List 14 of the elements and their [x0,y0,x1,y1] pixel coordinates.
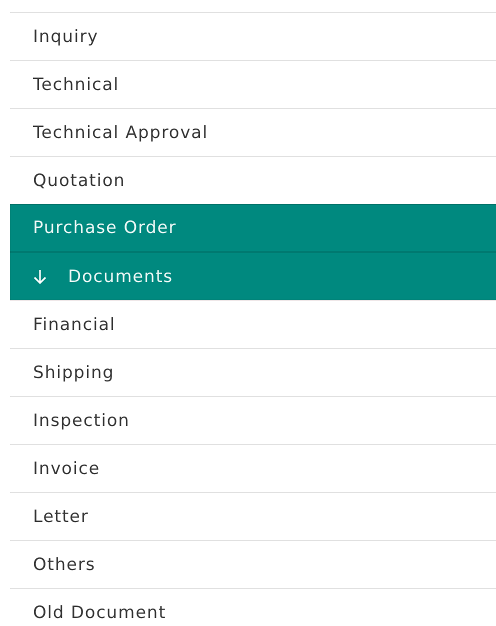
menu-item[interactable]: Purchase Order [10,204,496,252]
menu-item[interactable]: Technical Approval [10,108,496,156]
menu-item[interactable]: Others [10,540,496,588]
menu-item[interactable]: Invoice [10,444,496,492]
menu-item[interactable]: Inquiry [10,12,496,60]
menu-item[interactable]: Financial [10,300,496,348]
menu-item[interactable]: Technical [10,60,496,108]
menu-item[interactable]: Old Document [10,588,496,626]
item-label: Documents [68,266,174,286]
arrow-down-icon [33,268,47,284]
menu-item[interactable]: Inspection [10,396,496,444]
menu-item[interactable]: Letter [10,492,496,540]
menu-item[interactable]: Shipping [10,348,496,396]
menu-item[interactable]: Documents [10,252,496,300]
